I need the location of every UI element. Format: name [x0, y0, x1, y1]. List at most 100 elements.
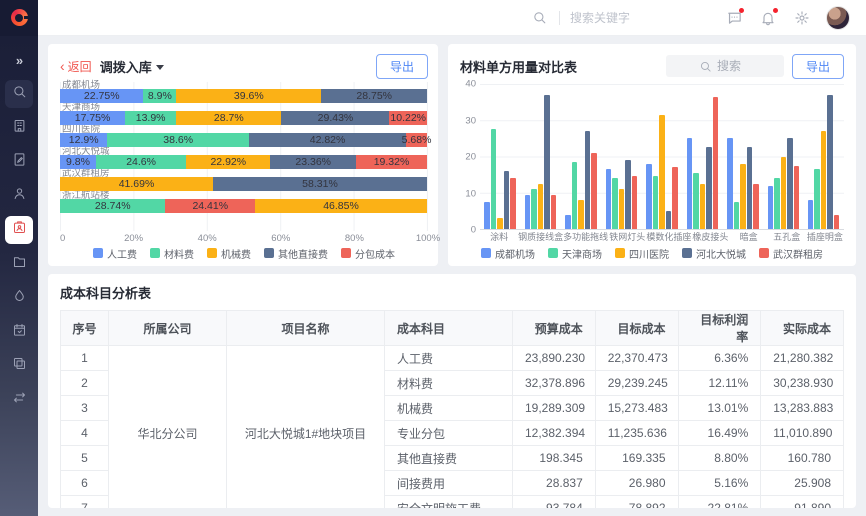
- bar: [585, 131, 591, 229]
- chart-search-input[interactable]: [717, 59, 751, 73]
- legend-item[interactable]: 天津商场: [548, 246, 602, 261]
- chart-search-box[interactable]: [666, 55, 784, 77]
- sidebar-item-schedule[interactable]: [5, 318, 33, 346]
- bar: [753, 184, 759, 229]
- bar-segment: 41.69%: [60, 177, 213, 191]
- legend-swatch: [93, 248, 103, 258]
- cell-budget: 93.784: [513, 496, 596, 509]
- legend-item[interactable]: 机械费: [207, 246, 251, 261]
- sidebar-item-resources[interactable]: [5, 284, 33, 312]
- bar: [572, 162, 578, 229]
- bar: [672, 167, 678, 229]
- axis-tick: 20%: [124, 233, 143, 244]
- export-button[interactable]: 导出: [792, 54, 844, 79]
- sidebar-item-materials-active[interactable]: [5, 216, 33, 244]
- sidebar-expand-button[interactable]: »: [5, 46, 33, 74]
- legend-item[interactable]: 武汉群租房: [759, 246, 823, 261]
- cell-margin: 13.01%: [678, 396, 761, 421]
- calendar-icon: [12, 322, 27, 342]
- bar-segment: 24.41%: [165, 199, 255, 213]
- legend-item[interactable]: 河北大悦城: [682, 246, 746, 261]
- legend-item[interactable]: 材料费: [150, 246, 194, 261]
- axis-tick: 0: [60, 233, 65, 244]
- sidebar-item-transfer[interactable]: [5, 386, 33, 414]
- bar-category-label: 橡皮接头: [691, 230, 729, 244]
- stacked-bar-row: 浙江航站楼28.74%24.41%46.85%: [60, 192, 427, 214]
- bar-segment: 28.7%: [176, 111, 281, 125]
- axis-tick: 30: [465, 115, 476, 126]
- bar: [659, 115, 665, 229]
- stacked-bar-row: 河北大悦城9.8%24.6%22.92%23.36%19.32%: [60, 148, 427, 170]
- cell-actual: 13,283.883: [761, 396, 844, 421]
- bar-segment: 38.6%: [107, 133, 249, 147]
- cell-company: 华北分公司: [109, 346, 227, 509]
- table-column-header: 预算成本: [513, 311, 596, 346]
- panel-title-dropdown[interactable]: 调拨入库: [100, 57, 164, 76]
- document-edit-icon: [12, 152, 27, 172]
- sidebar-item-documents[interactable]: [5, 148, 33, 176]
- export-button[interactable]: 导出: [376, 54, 428, 79]
- cell-budget: 19,289.309: [513, 396, 596, 421]
- folder-icon: [12, 254, 27, 274]
- bar: [774, 178, 780, 229]
- messages-icon[interactable]: [724, 8, 744, 28]
- bar: [591, 153, 597, 229]
- bar: [653, 176, 659, 229]
- table-column-header: 实际成本: [761, 311, 844, 346]
- bar-category-label: 武汉群租房: [60, 170, 427, 177]
- cell-index: 5: [61, 446, 109, 471]
- building-icon: [12, 118, 27, 138]
- bar-category-label: 成都机场: [60, 82, 427, 89]
- bar-group: [601, 84, 641, 229]
- cost-analysis-table: 序号所属公司项目名称成本科目预算成本目标成本目标利润率实际成本 1华北分公司河北…: [60, 310, 844, 508]
- bar: [734, 202, 740, 229]
- bar-segment: 24.6%: [96, 155, 186, 169]
- bar: [747, 147, 753, 229]
- sidebar-item-users[interactable]: [5, 182, 33, 210]
- stacked-bar-row: 武汉群租房41.69%58.31%: [60, 170, 427, 192]
- user-avatar[interactable]: [826, 6, 850, 30]
- table-row: 1华北分公司河北大悦城1#地块项目人工费23,890.23022,370.473…: [61, 346, 844, 371]
- bar: [727, 138, 733, 229]
- copy-icon: [12, 356, 27, 376]
- axis-tick: 10: [465, 188, 476, 199]
- bar: [821, 131, 827, 229]
- legend-item[interactable]: 人工费: [93, 246, 137, 261]
- cell-margin: 22.81%: [678, 496, 761, 509]
- cell-actual: 160.780: [761, 446, 844, 471]
- global-search[interactable]: [529, 8, 680, 28]
- legend-swatch: [548, 248, 558, 258]
- bar: [491, 129, 497, 229]
- bar: [781, 157, 787, 230]
- bar-segment: 23.36%: [270, 155, 356, 169]
- material-usage-panel: 材料单方用量对比表 导出 010203040 涂料钢质接线盒多功能拖线铁网灯头模…: [448, 44, 856, 266]
- global-search-input[interactable]: [570, 11, 680, 25]
- sidebar-item-files[interactable]: [5, 250, 33, 278]
- stacked-x-axis: 020%40%60%80%100%: [60, 231, 428, 244]
- search-icon: [529, 8, 549, 28]
- sidebar-item-company[interactable]: [5, 114, 33, 142]
- gear-icon[interactable]: [792, 8, 812, 28]
- cell-actual: 30,238.930: [761, 371, 844, 396]
- table-column-header: 目标利润率: [678, 311, 761, 346]
- sidebar-item-search[interactable]: [5, 80, 33, 108]
- bell-icon[interactable]: [758, 8, 778, 28]
- bar-group: [520, 84, 560, 229]
- bar: [687, 138, 693, 229]
- cell-subject: 人工费: [385, 346, 513, 371]
- legend-item[interactable]: 其他直接费: [264, 246, 328, 261]
- bar: [544, 95, 550, 229]
- legend-item[interactable]: 分包成本: [341, 246, 395, 261]
- id-card-icon: [12, 220, 27, 240]
- transfer-icon: [12, 390, 27, 410]
- bar-segment: 9.8%: [60, 155, 96, 169]
- table-column-header: 目标成本: [595, 311, 678, 346]
- back-link[interactable]: ‹ 返回: [60, 58, 92, 75]
- cell-budget: 198.345: [513, 446, 596, 471]
- app-logo[interactable]: [0, 0, 38, 36]
- bar: [619, 189, 625, 229]
- sidebar-item-copy[interactable]: [5, 352, 33, 380]
- legend-item[interactable]: 成都机场: [481, 246, 535, 261]
- legend-item[interactable]: 四川医院: [615, 246, 669, 261]
- bar-category-label: 铁网灯头: [608, 230, 646, 244]
